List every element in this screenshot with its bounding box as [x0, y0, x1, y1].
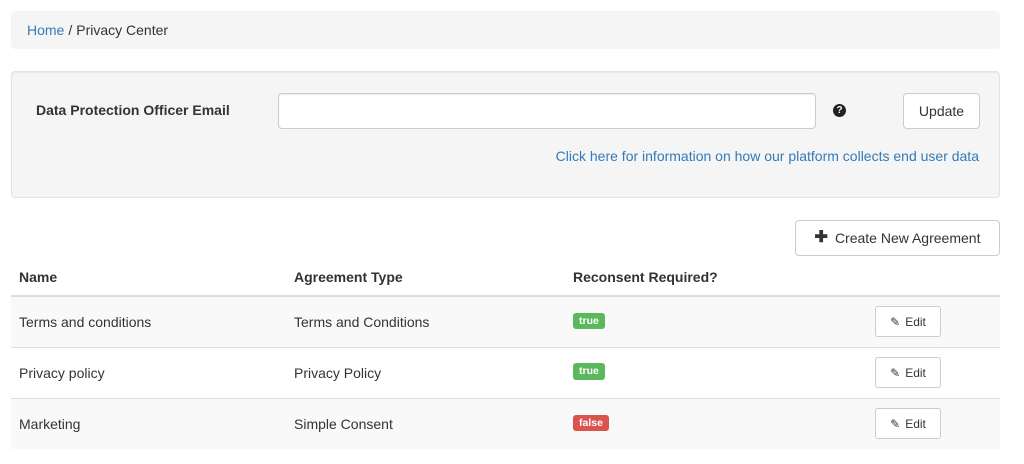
- data-collection-info-link[interactable]: Click here for information on how our pl…: [556, 148, 979, 164]
- plus-icon: ✚: [814, 229, 828, 246]
- reconsent-badge: true: [573, 312, 605, 329]
- table-header-row: Name Agreement Type Reconsent Required?: [11, 258, 1000, 297]
- breadcrumb-current: Privacy Center: [76, 22, 169, 38]
- breadcrumb-home-link[interactable]: Home: [27, 22, 64, 38]
- agreement-name: Terms and conditions: [11, 296, 286, 347]
- table-row: Terms and conditions Terms and Condition…: [11, 296, 1000, 347]
- agreement-type: Privacy Policy: [286, 346, 565, 398]
- table-row: Marketing Simple Consent false ✎ Edit: [11, 397, 1000, 449]
- breadcrumb: Home / Privacy Center: [11, 11, 1000, 49]
- edit-label: Edit: [905, 365, 926, 380]
- edit-label: Edit: [905, 416, 926, 431]
- edit-button[interactable]: ✎ Edit: [875, 357, 941, 388]
- edit-button[interactable]: ✎ Edit: [875, 408, 941, 440]
- agreements-table: Name Agreement Type Reconsent Required? …: [11, 258, 1000, 449]
- reconsent-badge: false: [573, 414, 609, 431]
- agreement-type: Terms and Conditions: [286, 296, 565, 347]
- dpo-settings-panel: Data Protection Officer Email ? Update C…: [11, 71, 1000, 198]
- edit-button[interactable]: ✎ Edit: [875, 306, 941, 338]
- dpo-email-input[interactable]: [278, 93, 816, 129]
- edit-label: Edit: [905, 314, 926, 329]
- question-circle-icon[interactable]: ?: [833, 104, 846, 117]
- header-name: Name: [11, 258, 286, 297]
- agreement-name: Marketing: [11, 397, 286, 449]
- pencil-icon: ✎: [890, 365, 901, 380]
- agreement-type: Simple Consent: [286, 397, 565, 449]
- create-new-agreement-label: Create New Agreement: [834, 230, 981, 246]
- create-new-agreement-button[interactable]: ✚ Create New Agreement: [795, 220, 1000, 256]
- breadcrumb-separator: /: [68, 22, 73, 38]
- header-reconsent-required: Reconsent Required?: [565, 258, 857, 297]
- reconsent-badge: true: [573, 363, 605, 380]
- pencil-icon: ✎: [890, 416, 901, 431]
- agreement-name: Privacy policy: [11, 346, 286, 398]
- privacy-center-page: Home / Privacy Center Data Protection Of…: [0, 0, 1024, 464]
- pencil-icon: ✎: [890, 314, 901, 329]
- update-button[interactable]: Update: [903, 93, 980, 129]
- table-row: Privacy policy Privacy Policy true ✎ Edi…: [11, 346, 1000, 398]
- header-agreement-type: Agreement Type: [286, 258, 565, 297]
- header-actions: [857, 258, 1000, 297]
- dpo-email-label: Data Protection Officer Email: [36, 102, 230, 118]
